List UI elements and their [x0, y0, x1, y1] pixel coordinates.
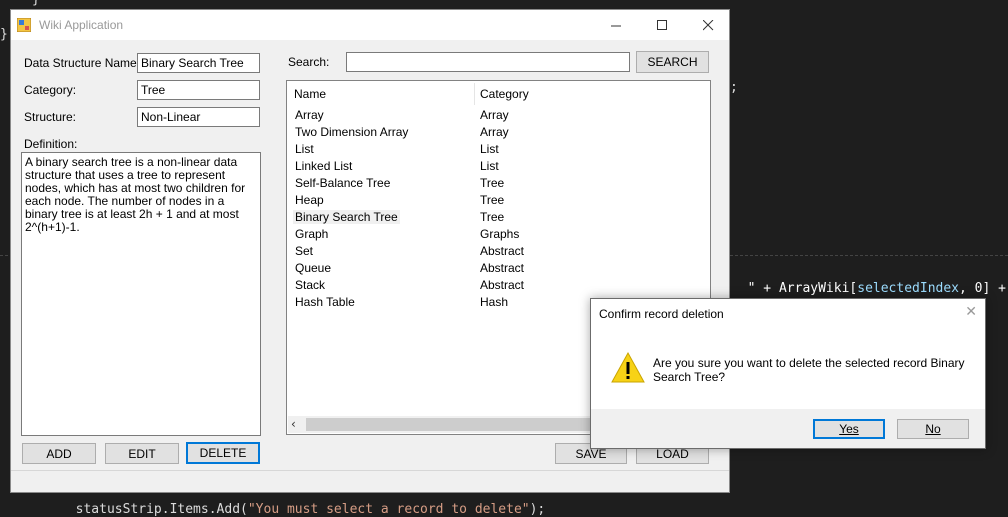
list-item-name: Heap — [295, 193, 324, 207]
structure-field[interactable]: Non-Linear — [137, 107, 260, 127]
list-item-category: Array — [480, 125, 509, 139]
list-item[interactable]: Array Array — [287, 107, 710, 124]
list-item-name: Queue — [295, 261, 332, 275]
yes-button[interactable]: Yes — [813, 419, 885, 439]
list-item-category: Tree — [480, 193, 505, 207]
close-icon — [702, 19, 713, 30]
list-item-category: Abstract — [480, 244, 525, 258]
list-item[interactable]: Queue Abstract — [287, 260, 710, 277]
code-bottom-call: statusStrip.Items.Add( — [75, 502, 248, 517]
list-item-name: Graph — [295, 227, 329, 241]
list-item-category: List — [480, 159, 499, 173]
structure-label: Structure: — [24, 110, 77, 124]
definition-textarea[interactable]: A binary search tree is a non-linear dat… — [21, 152, 261, 436]
name-field[interactable]: Binary Search Tree — [137, 53, 260, 73]
code-semicolon: ; — [730, 80, 738, 95]
title-bar[interactable]: Wiki Application — [11, 10, 729, 40]
list-item-category: Graphs — [480, 227, 520, 241]
no-button[interactable]: No — [897, 419, 969, 439]
list-item[interactable]: Set Abstract — [287, 243, 710, 260]
category-label: Category: — [24, 83, 77, 97]
column-header-category[interactable]: Category — [480, 87, 529, 101]
list-item-category: Tree — [480, 210, 505, 224]
search-button[interactable]: SEARCH — [636, 51, 709, 73]
scroll-left-icon[interactable]: ‹ — [291, 417, 296, 431]
code-bottom-string: "You must select a record to delete" — [247, 502, 530, 517]
dialog-message: Are you sure you want to delete the sele… — [653, 356, 965, 384]
code-bottom-end: ); — [529, 502, 546, 517]
code-concat-line: " + ArrayWiki[selectedIndex, 0] + "? — [732, 266, 1008, 296]
list-item-name: List — [295, 142, 314, 156]
warning-icon — [611, 351, 645, 383]
dialog-close-icon[interactable]: ✕ — [965, 304, 977, 320]
list-item[interactable]: Graph Graphs — [287, 226, 710, 243]
add-button[interactable]: ADD — [22, 443, 96, 464]
list-item[interactable]: Binary Search Tree Tree — [287, 209, 710, 226]
maximize-button[interactable] — [639, 10, 685, 40]
list-item[interactable]: Stack Abstract — [287, 277, 710, 294]
window-title: Wiki Application — [39, 18, 124, 32]
list-item[interactable]: Self-Balance Tree Tree — [287, 175, 710, 192]
list-item-category: Array — [480, 108, 509, 122]
list-item-category: Abstract — [480, 278, 525, 292]
dialog-content: Confirm record deletion ✕ Are you sure y… — [591, 299, 985, 409]
list-item[interactable]: List List — [287, 141, 710, 158]
list-header: Name Category — [287, 81, 710, 107]
dialog-title: Confirm record deletion — [599, 307, 724, 321]
list-item-name: Self-Balance Tree — [295, 176, 391, 190]
delete-button[interactable]: DELETE — [186, 442, 260, 464]
list-item-name: Set — [295, 244, 314, 258]
list-item[interactable]: Two Dimension Array Array — [287, 124, 710, 141]
list-item[interactable]: Heap Tree — [287, 192, 710, 209]
scroll-thumb[interactable] — [306, 418, 606, 431]
list-item-name: Two Dimension Array — [295, 125, 409, 139]
list-item-category: Tree — [480, 176, 505, 190]
code-concat-suffix: , 0] + "? — [959, 281, 1006, 296]
category-field[interactable]: Tree — [137, 80, 260, 100]
column-header-name[interactable]: Name — [294, 87, 326, 101]
minimize-icon — [610, 25, 621, 26]
list-item-category: List — [480, 142, 499, 156]
list-item-name: Hash Table — [295, 295, 355, 309]
confirm-dialog: Confirm record deletion ✕ Are you sure y… — [590, 298, 986, 449]
maximize-icon — [656, 19, 667, 30]
column-separator[interactable] — [474, 83, 475, 105]
status-strip — [11, 470, 729, 492]
list-item-name: Stack — [295, 278, 326, 292]
list-item[interactable]: Linked List List — [287, 158, 710, 175]
list-item-category: Hash — [480, 295, 509, 309]
code-concat-prefix: " + — [747, 281, 779, 296]
code-concat-index: selectedIndex — [857, 281, 959, 296]
close-button[interactable] — [685, 10, 731, 40]
list-item-name: Binary Search Tree — [293, 210, 400, 224]
edit-button[interactable]: EDIT — [105, 443, 179, 464]
code-concat-ident: ArrayWiki — [778, 281, 850, 296]
app-icon — [17, 18, 31, 32]
code-brace-2: } — [0, 27, 8, 42]
code-brace-1: } — [32, 0, 40, 7]
list-item-name: Linked List — [295, 159, 353, 173]
search-input[interactable] — [346, 52, 630, 72]
list-item-name: Array — [295, 108, 324, 122]
name-label: Data Structure Name: — [24, 56, 141, 70]
list-item-category: Abstract — [480, 261, 525, 275]
search-label: Search: — [288, 55, 330, 69]
minimize-button[interactable] — [593, 10, 639, 40]
definition-label: Definition: — [24, 137, 78, 151]
